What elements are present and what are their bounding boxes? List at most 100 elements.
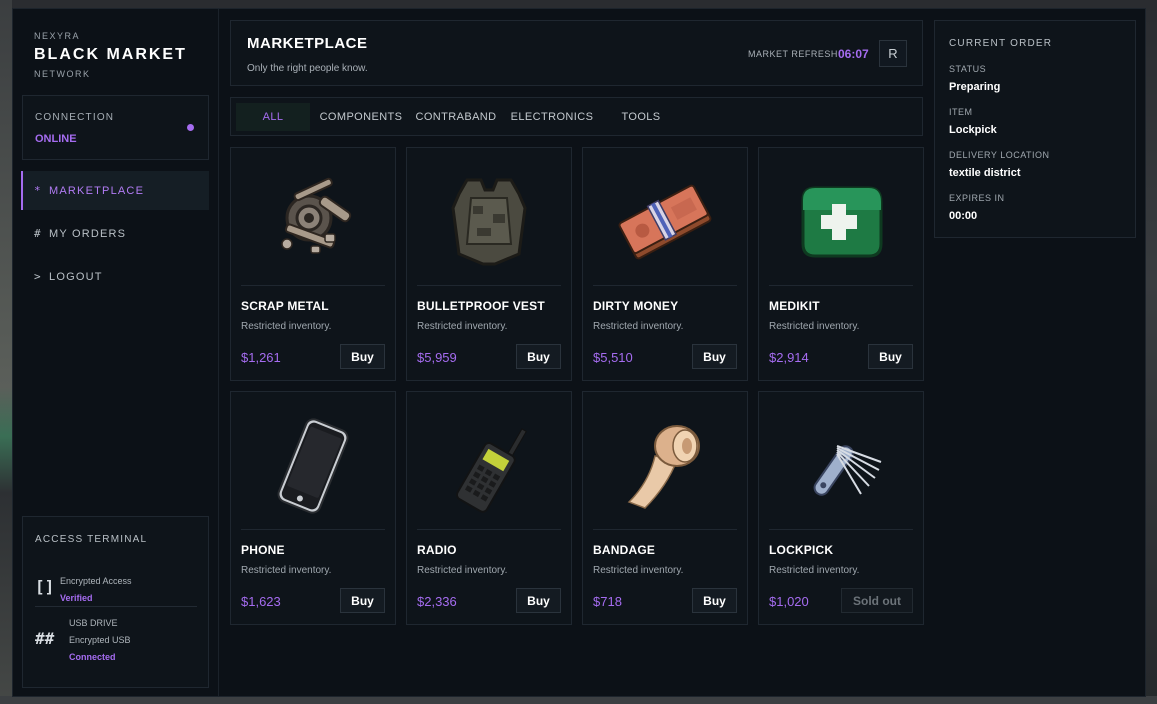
sidebar: NEXYRA BLACK MARKET NETWORK CONNECTION O… bbox=[13, 9, 219, 696]
order-status-value: Preparing bbox=[949, 81, 1001, 93]
access-terminal-panel: ACCESS TERMINAL [] Encrypted Access Veri… bbox=[22, 516, 209, 688]
phone-icon bbox=[241, 402, 385, 530]
product-name: PHONE bbox=[241, 543, 285, 557]
product-card-dirty-money: DIRTY MONEY Restricted inventory. $5,510… bbox=[582, 147, 748, 381]
marketplace-header: MARKETPLACE Only the right people know. … bbox=[230, 20, 923, 86]
product-card-radio: RADIO Restricted inventory. $2,336 Buy bbox=[406, 391, 572, 625]
tab-electronics[interactable]: ELECTRONICS bbox=[508, 103, 596, 131]
brand: NEXYRA BLACK MARKET NETWORK bbox=[34, 31, 187, 79]
product-card-medikit: MEDIKIT Restricted inventory. $2,914 Buy bbox=[758, 147, 924, 381]
order-field-label: ITEM bbox=[949, 107, 973, 117]
product-price: $1,623 bbox=[241, 594, 281, 609]
connection-panel: CONNECTION ONLINE bbox=[22, 95, 209, 160]
product-price: $2,336 bbox=[417, 594, 457, 609]
buy-button[interactable]: Buy bbox=[868, 344, 913, 369]
product-card-bulletproof-vest: BULLETPROOF VEST Restricted inventory. $… bbox=[406, 147, 572, 381]
access-item-title: USB DRIVE bbox=[69, 618, 118, 628]
brand-top-text: NEXYRA bbox=[34, 31, 81, 41]
product-name: BANDAGE bbox=[593, 543, 656, 557]
background-scene-bottom bbox=[0, 696, 1157, 704]
status-dot-icon bbox=[187, 124, 194, 131]
product-price: $1,261 bbox=[241, 350, 281, 365]
access-item-status: Verified bbox=[60, 593, 93, 603]
medikit-icon bbox=[769, 158, 913, 286]
sidebar-item-my-orders[interactable]: # MY ORDERS bbox=[21, 214, 209, 253]
tab-all[interactable]: ALL bbox=[236, 103, 310, 131]
access-row-usb: ## USB DRIVE Encrypted USB Connected bbox=[35, 615, 197, 671]
product-card-scrap-metal: SCRAP METAL Restricted inventory. $1,261… bbox=[230, 147, 396, 381]
market-refresh-timer: 06:07 bbox=[838, 47, 869, 61]
access-terminal-title: ACCESS TERMINAL bbox=[35, 534, 148, 545]
connection-label: CONNECTION bbox=[35, 112, 115, 123]
tab-tools[interactable]: TOOLS bbox=[611, 103, 671, 131]
background-scene-left bbox=[0, 0, 12, 704]
product-description: Restricted inventory. bbox=[769, 565, 860, 576]
product-description: Restricted inventory. bbox=[769, 321, 860, 332]
market-refresh-label: MARKET REFRESH bbox=[748, 49, 838, 59]
product-name: SCRAP METAL bbox=[241, 299, 329, 313]
hash-icon: ## bbox=[35, 629, 55, 648]
product-name: MEDIKIT bbox=[769, 299, 820, 313]
product-name: BULLETPROOF VEST bbox=[417, 299, 545, 313]
lockpick-icon bbox=[769, 402, 913, 530]
money-icon bbox=[593, 158, 737, 286]
product-description: Restricted inventory. bbox=[241, 565, 332, 576]
sidebar-item-logout[interactable]: > LOGOUT bbox=[21, 257, 209, 296]
access-row-encrypted: [] Encrypted Access Verified bbox=[35, 567, 197, 607]
product-description: Restricted inventory. bbox=[241, 321, 332, 332]
product-description: Restricted inventory. bbox=[593, 321, 684, 332]
vest-icon bbox=[417, 158, 561, 286]
product-description: Restricted inventory. bbox=[593, 565, 684, 576]
nav-prefix: # bbox=[34, 227, 42, 240]
nav-prefix: > bbox=[34, 270, 42, 283]
product-card-phone: PHONE Restricted inventory. $1,623 Buy bbox=[230, 391, 396, 625]
brand-title: BLACK MARKET bbox=[34, 46, 187, 63]
product-name: LOCKPICK bbox=[769, 543, 834, 557]
product-price: $5,959 bbox=[417, 350, 457, 365]
order-field-label: STATUS bbox=[949, 64, 987, 74]
tab-components[interactable]: COMPONENTS bbox=[317, 103, 405, 131]
sold-out-button[interactable]: Sold out bbox=[841, 588, 913, 613]
product-name: DIRTY MONEY bbox=[593, 299, 679, 313]
sidebar-item-label: MARKETPLACE bbox=[49, 184, 145, 197]
access-item-label: Encrypted Access bbox=[60, 576, 132, 586]
brackets-icon: [] bbox=[35, 577, 55, 596]
order-location-value: textile district bbox=[949, 167, 1021, 179]
buy-button[interactable]: Buy bbox=[516, 588, 561, 613]
sidebar-item-marketplace[interactable]: * MARKETPLACE bbox=[21, 171, 209, 210]
current-order-panel: CURRENT ORDER STATUS Preparing ITEM Lock… bbox=[934, 20, 1136, 238]
buy-button[interactable]: Buy bbox=[692, 344, 737, 369]
buy-button[interactable]: Buy bbox=[692, 588, 737, 613]
sidebar-item-label: LOGOUT bbox=[49, 270, 103, 283]
product-name: RADIO bbox=[417, 543, 457, 557]
product-price: $718 bbox=[593, 594, 622, 609]
radio-icon bbox=[417, 402, 561, 530]
nav-prefix: * bbox=[34, 184, 42, 197]
order-field-label: DELIVERY LOCATION bbox=[949, 150, 1050, 160]
connection-status: ONLINE bbox=[35, 133, 77, 145]
product-price: $1,020 bbox=[769, 594, 809, 609]
black-market-window: NEXYRA BLACK MARKET NETWORK CONNECTION O… bbox=[12, 8, 1146, 697]
product-description: Restricted inventory. bbox=[417, 565, 508, 576]
scrap-metal-icon bbox=[241, 158, 385, 286]
bandage-icon bbox=[593, 402, 737, 530]
access-item-status: Connected bbox=[69, 652, 116, 662]
buy-button[interactable]: Buy bbox=[340, 344, 385, 369]
product-card-bandage: BANDAGE Restricted inventory. $718 Buy bbox=[582, 391, 748, 625]
sidebar-nav: * MARKETPLACE # MY ORDERS > LOGOUT bbox=[21, 171, 209, 300]
access-item-label: Encrypted USB bbox=[69, 635, 131, 645]
order-expiry-value: 00:00 bbox=[949, 210, 978, 222]
product-description: Restricted inventory. bbox=[417, 321, 508, 332]
page-subtitle: Only the right people know. bbox=[247, 63, 368, 74]
order-field-label: EXPIRES IN bbox=[949, 193, 1005, 203]
tab-contraband[interactable]: CONTRABAND bbox=[414, 103, 498, 131]
category-tabs: ALL COMPONENTS CONTRABAND ELECTRONICS TO… bbox=[230, 97, 923, 136]
product-card-lockpick: LOCKPICK Restricted inventory. $1,020 So… bbox=[758, 391, 924, 625]
product-price: $2,914 bbox=[769, 350, 809, 365]
buy-button[interactable]: Buy bbox=[516, 344, 561, 369]
product-price: $5,510 bbox=[593, 350, 633, 365]
refresh-button[interactable]: R bbox=[879, 40, 907, 67]
order-item-value: Lockpick bbox=[949, 124, 997, 136]
current-order-title: CURRENT ORDER bbox=[949, 38, 1053, 49]
buy-button[interactable]: Buy bbox=[340, 588, 385, 613]
